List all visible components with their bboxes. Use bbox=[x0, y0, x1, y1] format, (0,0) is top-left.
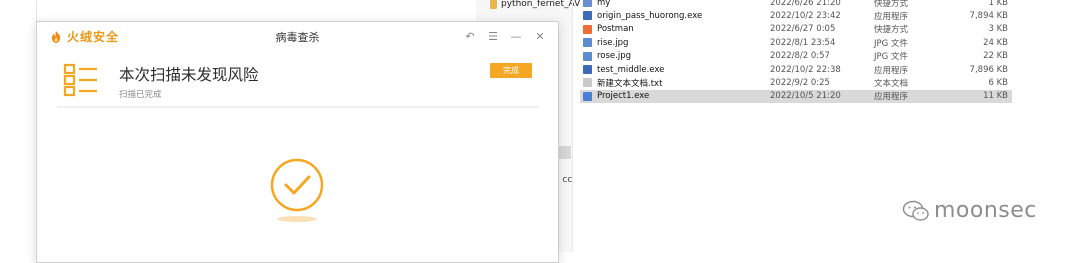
file-row[interactable]: origin_pass_huorong.exe 2022/10/2 23:42 应用… bbox=[580, 9, 1012, 22]
file-type: 应用程序 bbox=[874, 92, 909, 103]
file-name: test_middle.exe bbox=[597, 64, 665, 75]
background-window-strip bbox=[0, 0, 37, 252]
text-file-icon bbox=[583, 78, 592, 88]
file-row[interactable]: rose.jpg 2022/8/2 0:57 JPG 文件 22 KB bbox=[580, 50, 1012, 63]
file-name: Postman bbox=[597, 24, 634, 35]
exe-icon bbox=[583, 65, 592, 74]
dialog-titlebar[interactable]: 火绒安全 病毒查杀 ↶ ☰ — ✕ bbox=[37, 22, 558, 50]
report-list-icon bbox=[63, 63, 97, 97]
postman-icon bbox=[583, 24, 592, 34]
file-name: rise.jpg bbox=[597, 37, 629, 48]
file-type: 应用程序 bbox=[874, 65, 909, 76]
file-date: 2022/8/1 23:54 bbox=[770, 37, 836, 48]
file-date: 2022/6/26 21:20 bbox=[770, 0, 841, 8]
undo-icon: ↶ bbox=[465, 29, 475, 43]
virus-scan-dialog: 火绒安全 病毒查杀 ↶ ☰ — ✕ 本次扫描未发现风险 扫描已完成 完成 bbox=[36, 21, 559, 263]
file-size: 1 KB bbox=[988, 0, 1008, 8]
back-button[interactable]: ↶ bbox=[461, 27, 479, 45]
file-size: 7,894 KB bbox=[969, 10, 1008, 21]
file-size: 24 KB bbox=[983, 37, 1008, 48]
file-row[interactable]: 新建文本文档.txt 2022/9/2 0:25 文本文档 6 KB bbox=[580, 76, 1012, 89]
file-name: my bbox=[597, 0, 611, 8]
minimize-icon: — bbox=[510, 29, 522, 43]
file-date: 2022/10/2 22:38 bbox=[770, 64, 841, 75]
file-row[interactable]: my 2022/6/26 21:20 快捷方式 1 KB bbox=[580, 0, 1012, 9]
check-shadow bbox=[277, 216, 317, 222]
nav-item-python-fernet-av[interactable]: python_fernet_AV bbox=[490, 0, 580, 9]
dialog-title: 病毒查杀 bbox=[275, 31, 320, 44]
file-row[interactable]: test_middle.exe 2022/10/2 22:38 应用程序 7,896 … bbox=[580, 63, 1012, 76]
scrollbar-thumb[interactable] bbox=[558, 146, 571, 159]
file-type: JPG 文件 bbox=[874, 38, 908, 49]
file-date: 2022/10/5 21:20 bbox=[770, 91, 841, 102]
file-date: 2022/9/2 0:25 bbox=[770, 77, 830, 88]
file-row[interactable]: Project1.exe 2022/10/5 21:20 应用程序 11 KB bbox=[580, 89, 1012, 103]
file-size: 11 KB bbox=[983, 91, 1008, 102]
file-size: 3 KB bbox=[988, 24, 1008, 35]
file-date: 2022/8/2 0:57 bbox=[770, 51, 830, 62]
file-name: origin_pass_huorong.exe bbox=[597, 10, 703, 21]
file-row[interactable]: Postman 2022/6/27 0:05 快捷方式 3 KB bbox=[580, 23, 1012, 36]
file-type: 应用程序 bbox=[874, 11, 909, 22]
scan-status: 扫描已完成 bbox=[119, 90, 162, 100]
file-type: 快捷方式 bbox=[874, 25, 909, 36]
file-type: 文本文档 bbox=[874, 78, 909, 89]
menu-icon: ☰ bbox=[488, 29, 498, 43]
divider bbox=[57, 106, 539, 108]
watermark-text: moonsec bbox=[934, 198, 1037, 223]
scan-result-title: 本次扫描未发现风险 bbox=[119, 66, 259, 84]
file-date: 2022/10/2 23:42 bbox=[770, 10, 841, 21]
watermark: moonsec bbox=[902, 198, 1037, 223]
file-name: rose.jpg bbox=[597, 51, 632, 62]
image-icon bbox=[583, 51, 592, 61]
app-icon bbox=[583, 91, 592, 101]
close-button[interactable]: ✕ bbox=[531, 27, 549, 45]
close-icon: ✕ bbox=[535, 29, 545, 43]
file-size: 6 KB bbox=[988, 77, 1008, 88]
file-date: 2022/6/27 0:05 bbox=[770, 24, 836, 35]
menu-button[interactable]: ☰ bbox=[484, 27, 502, 45]
image-icon bbox=[583, 38, 592, 48]
wechat-icon bbox=[902, 200, 929, 221]
file-name: 新建文本文档.txt bbox=[597, 78, 663, 89]
done-button[interactable]: 完成 bbox=[490, 63, 532, 78]
minimize-button[interactable]: — bbox=[507, 27, 525, 45]
shortcut-icon bbox=[583, 0, 592, 7]
file-type: 快捷方式 bbox=[874, 0, 909, 9]
nav-item-label: python_fernet_AV bbox=[501, 0, 581, 9]
file-row[interactable]: rise.jpg 2022/8/1 23:54 JPG 文件 24 KB bbox=[580, 36, 1012, 49]
pane-divider bbox=[572, 0, 573, 252]
success-check-icon bbox=[270, 158, 324, 212]
file-type: JPG 文件 bbox=[874, 52, 908, 63]
exe-icon bbox=[583, 11, 592, 21]
file-name: Project1.exe bbox=[597, 91, 650, 102]
file-size: 7,896 KB bbox=[969, 64, 1008, 75]
folder-icon bbox=[490, 0, 497, 9]
file-size: 22 KB bbox=[983, 51, 1008, 62]
